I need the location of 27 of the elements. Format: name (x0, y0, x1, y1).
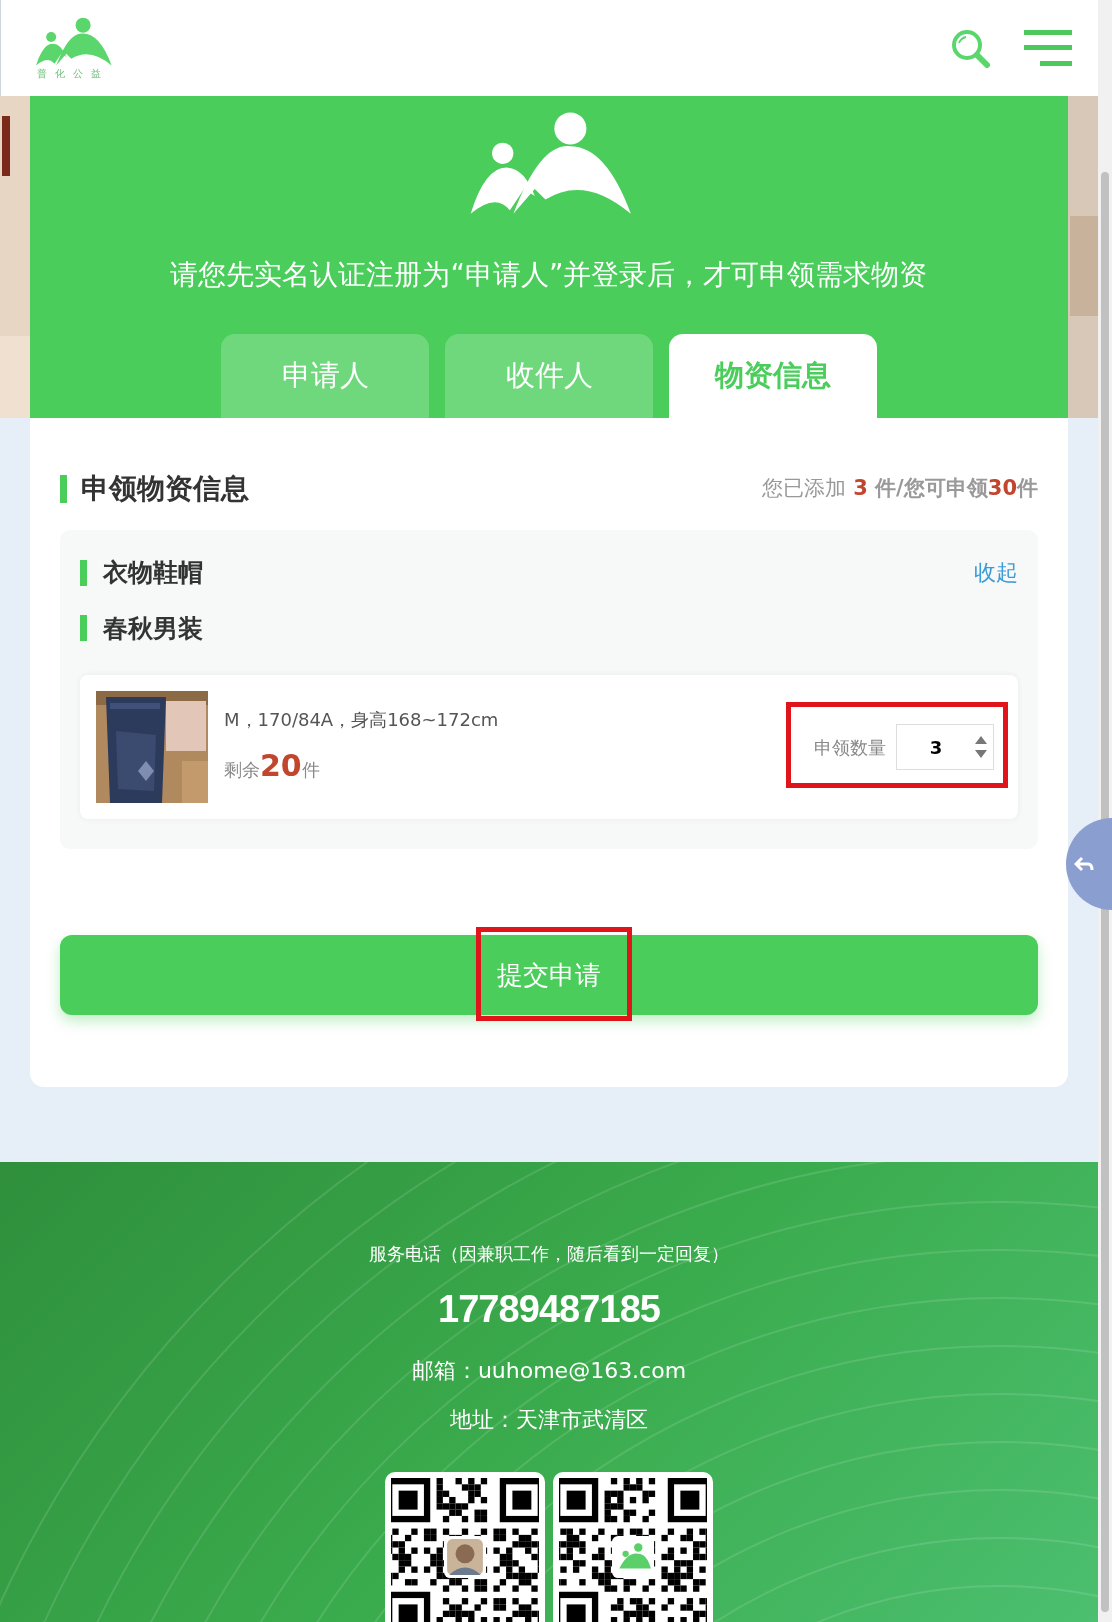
subcategory-title: 春秋男装 (103, 612, 203, 645)
tab[interactable]: 物资信息 (669, 334, 877, 418)
summary-text: 您已添加 3 件/您可申领30件 (762, 475, 1038, 503)
down-arrow-icon[interactable] (975, 750, 987, 758)
section-title: 申领物资信息 (81, 471, 249, 507)
phone-number: 17789487185 (438, 1287, 660, 1332)
submit-button[interactable]: 提交申请 (60, 935, 1038, 1015)
address-text: 地址：天津市武清区 (450, 1406, 648, 1434)
back-arrow-icon[interactable] (1074, 854, 1094, 874)
collapse-link[interactable]: 收起 (974, 556, 1018, 590)
category-title: 衣物鞋帽 (103, 557, 203, 589)
menu-icon[interactable] (1024, 30, 1072, 66)
tab[interactable]: 收件人 (445, 334, 653, 418)
notice-text: 请您先实名认证注册为“申请人”并登录后，才可申领需求物资 (170, 257, 928, 293)
service-text: 服务电话（因兼职工作，随后看到一定回复） (369, 1242, 729, 1266)
search-icon[interactable] (950, 28, 990, 68)
email-text: 邮箱：uuhome@163.com (411, 1357, 687, 1385)
accent-bar (80, 615, 87, 642)
spec-text: M，170/84A，身高168~172cm (224, 708, 499, 732)
accent-bar (80, 559, 87, 586)
up-arrow-icon[interactable] (975, 736, 987, 744)
remaining-text: 剩余20件 (224, 747, 321, 785)
quantity-stepper[interactable]: 3 (896, 724, 994, 770)
accent-bar (60, 475, 67, 503)
logo-text: 普化公益 (37, 68, 109, 80)
tab[interactable]: 申请人 (221, 334, 429, 418)
quantity-label: 申领数量 (814, 735, 886, 760)
